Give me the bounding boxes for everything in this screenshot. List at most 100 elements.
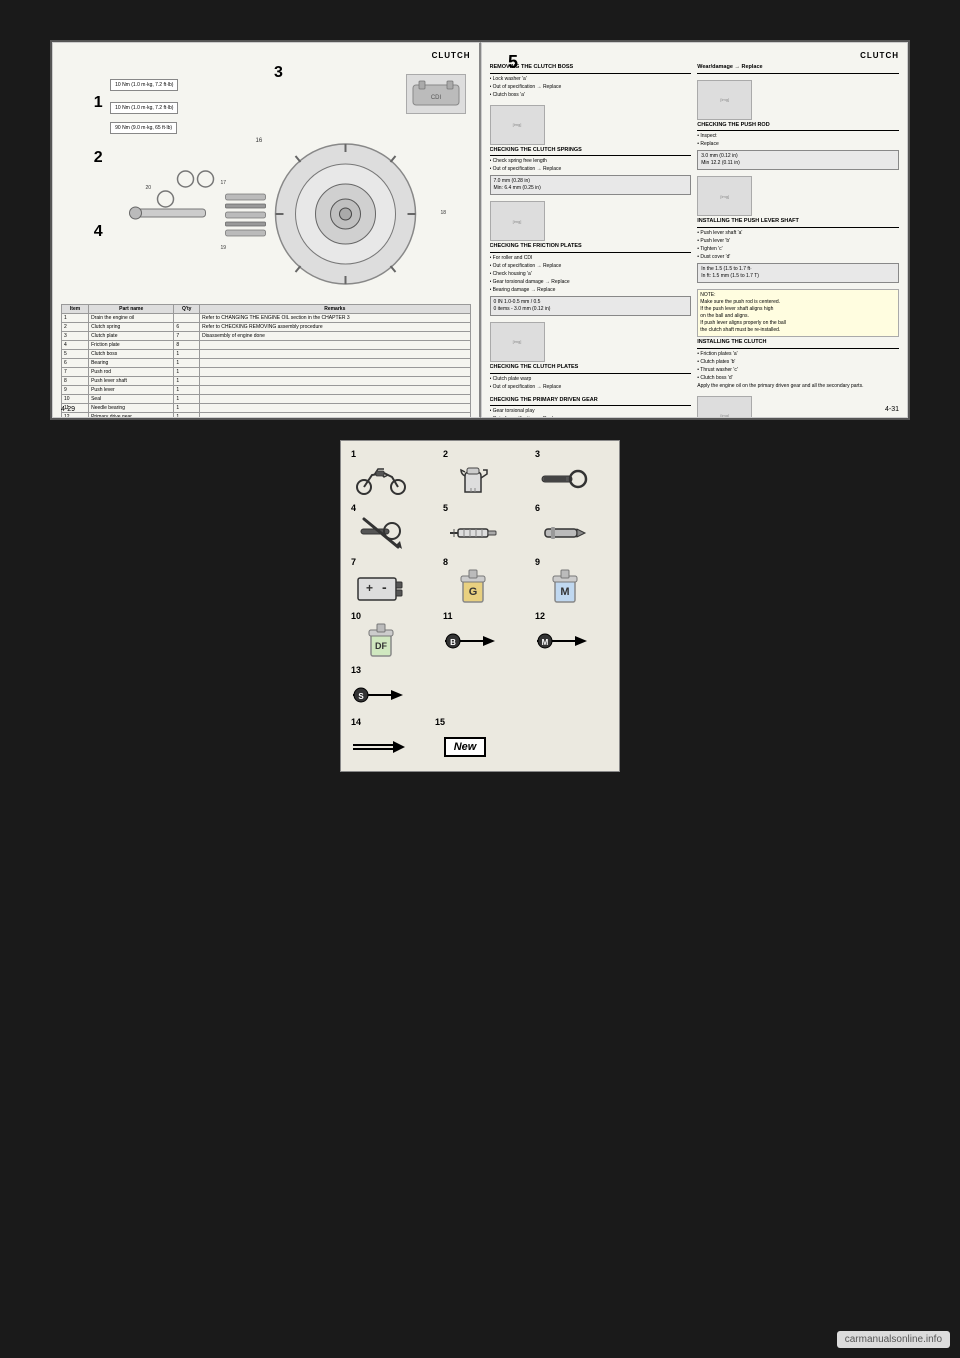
icon-1-number: 1 — [351, 449, 439, 459]
icon-10-gear-oil: DF — [351, 623, 411, 659]
torque-spec-1: 10 Nm (1.0 m·kg, 7.2 ft·lb) — [110, 79, 178, 91]
img-clutch-springs: [img] — [490, 201, 545, 241]
spec-push-rod: 3.0 mm (0.12 in)Min 12.2 (0.11 in) — [697, 150, 899, 170]
right-col-right: Wear/damage → Replace [img] CHECKING THE… — [697, 64, 899, 418]
torque-spec-3: 90 Nm (9.0 m·kg, 65 ft·lb) — [110, 122, 177, 134]
spec-friction-plate: 0 IN 1.0-0.5 mm / 0.50 items - 3.0 mm (0… — [490, 296, 692, 316]
icon-grid: 1 2 — [351, 449, 609, 713]
spec-spring-length: 7.0 mm (0.28 in)Min: 6.4 mm (0.25 in) — [490, 175, 692, 195]
checking-push-rod-title: CHECKING THE PUSH ROD — [697, 122, 899, 132]
img-push-rod: [img] — [697, 176, 752, 216]
table-row: 3Clutch plate7Disassembly of engine done — [62, 332, 471, 341]
wear-damage-title: Wear/damage → Replace — [697, 64, 899, 74]
clutch-diagram-area: 3 1 2 4 10 Nm (1.0 m·kg, 7.2 ft·lb) 10 N… — [61, 64, 471, 296]
svg-text:-: - — [382, 579, 387, 595]
icon-6-pen — [535, 515, 595, 551]
checking-friction-plates-title: CHECKING THE FRICTION PLATES — [490, 243, 692, 253]
page-container: CLUTCH 3 1 2 4 10 Nm (1.0 m·kg, 7.2 ft·l… — [0, 0, 960, 1358]
img-wear-check: [img] — [697, 80, 752, 120]
icon-item-11: 11 B — [443, 611, 531, 659]
icon-item-15: 15 New — [435, 717, 495, 765]
svg-text:DF: DF — [375, 641, 387, 651]
diagram-label-3: 3 — [274, 64, 283, 82]
svg-text:19: 19 — [221, 245, 227, 251]
table-row: 7Push rod1 — [62, 368, 471, 377]
clutch-exploded-svg: 16 17 18 19 20 — [81, 134, 470, 294]
svg-text:+: + — [366, 581, 373, 595]
icon-9-number: 9 — [535, 557, 623, 567]
table-row: 8Push lever shaft1 — [62, 377, 471, 386]
icon-item-7: 7 + - — [351, 557, 439, 605]
icon-6-number: 6 — [535, 503, 623, 513]
parts-table-container: Item Part name Q'ty Remarks 1Drain the e… — [61, 300, 471, 418]
icon-3-number: 3 — [535, 449, 623, 459]
svg-text:B: B — [450, 638, 456, 647]
icon-item-1: 1 — [351, 449, 439, 497]
icon-7-battery: + - — [351, 569, 411, 605]
table-row: 11Needle bearing1 — [62, 404, 471, 413]
icon-item-10: 10 DF — [351, 611, 439, 659]
svg-text:17: 17 — [221, 180, 227, 186]
img-removing-clutch: [img] — [490, 105, 545, 145]
icon-13-gear-arrow: S — [351, 677, 411, 713]
icon-14-replace — [351, 729, 411, 765]
svg-text:20: 20 — [146, 185, 152, 191]
icon-item-2: 2 — [443, 449, 531, 497]
svg-text:18: 18 — [441, 210, 447, 216]
table-row: 6Bearing1 — [62, 359, 471, 368]
right-page-number: 4-31 — [885, 406, 899, 413]
icon-14-number: 14 — [351, 717, 411, 727]
icon-4-number: 4 — [351, 503, 439, 513]
table-row: 9Push lever1 — [62, 386, 471, 395]
icon-3-wrench — [535, 461, 595, 497]
removing-clutch-boss-title: REMOVING THE CLUTCH BOSS — [490, 64, 692, 74]
svg-text:S: S — [358, 692, 364, 701]
icon-item-9: 9 M — [535, 557, 623, 605]
right-col-left: REMOVING THE CLUTCH BOSS • Lock washer '… — [490, 64, 692, 418]
manual-spread: CLUTCH 3 1 2 4 10 Nm (1.0 m·kg, 7.2 ft·l… — [50, 40, 910, 420]
icon-5-syringe — [443, 515, 503, 551]
icon-15-new-badge: New — [435, 729, 495, 765]
icon-15-number: 15 — [435, 717, 495, 727]
manual-page-left: CLUTCH 3 1 2 4 10 Nm (1.0 m·kg, 7.2 ft·l… — [52, 42, 481, 418]
icon-4-tools — [351, 515, 411, 551]
inset-image: CDI — [406, 74, 466, 114]
parts-table: Item Part name Q'ty Remarks 1Drain the e… — [61, 304, 471, 418]
icon-5-number: 5 — [443, 503, 531, 513]
table-row: 12Primary drive gear1 — [62, 413, 471, 419]
torque-spec-2: 10 Nm (1.0 m·kg, 7.2 ft·lb) — [110, 102, 178, 114]
icon-12-number: 12 — [535, 611, 623, 621]
table-header-item: Item — [62, 305, 89, 314]
icon-11-number: 11 — [443, 611, 531, 621]
icon-item-5: 5 — [443, 503, 531, 551]
icon-12-motor-arrow: M — [535, 623, 595, 659]
diagram-label-1: 1 — [94, 94, 103, 112]
icon-item-8: 8 G — [443, 557, 531, 605]
icon-9-motor-oil: M — [535, 569, 595, 605]
icons-legend: 1 2 — [340, 440, 620, 772]
installing-clutch-title: INSTALLING THE CLUTCH — [697, 339, 899, 349]
icon-2-number: 2 — [443, 449, 531, 459]
svg-text:M: M — [542, 638, 549, 647]
icon-7-number: 7 — [351, 557, 439, 567]
icon-8-number: 8 — [443, 557, 531, 567]
svg-text:16: 16 — [256, 138, 263, 144]
icon-item-4: 4 — [351, 503, 439, 551]
icon-11-bolt-arrow: B — [443, 623, 503, 659]
note-box: NOTE: Make sure the push rod is centered… — [697, 289, 899, 337]
icon-2-oil-can — [443, 461, 503, 497]
img-installing-clutch: [img] — [697, 396, 752, 418]
table-header-part: Part name — [89, 305, 174, 314]
left-page-title: CLUTCH — [61, 51, 471, 60]
icon-8-grease: G — [443, 569, 503, 605]
new-badge-text: New — [444, 737, 487, 757]
svg-text:M: M — [560, 586, 569, 598]
img-friction-plates: [img] — [490, 322, 545, 362]
bottom-icons-row: 14 15 New — [351, 717, 609, 765]
checking-clutch-springs-title: CHECKING THE CLUTCH SPRINGS — [490, 147, 692, 157]
table-header-remarks: Remarks — [200, 305, 470, 314]
icon-10-number: 10 — [351, 611, 439, 621]
checking-primary-gear-title: CHECKING THE PRIMARY DRIVEN GEAR — [490, 397, 692, 407]
watermark: carmanualsonline.info — [837, 1331, 950, 1348]
icon-item-3: 3 — [535, 449, 623, 497]
